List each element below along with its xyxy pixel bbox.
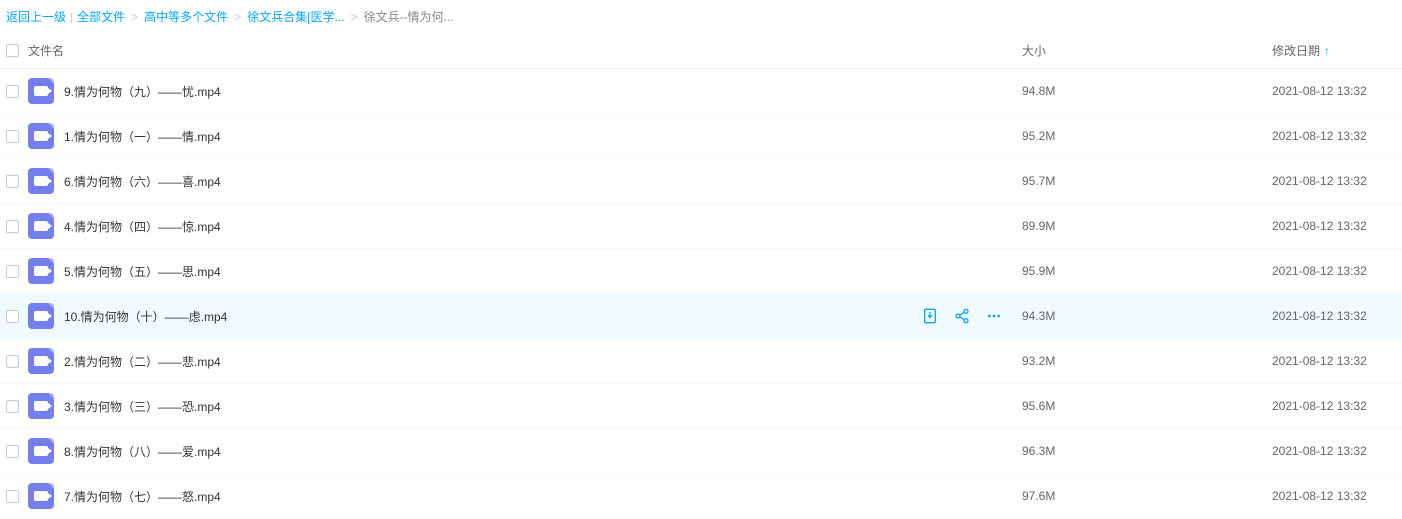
- file-name[interactable]: 2.情为何物（二）——悲.mp4: [64, 353, 221, 370]
- file-date: 2021-08-12 13:32: [1272, 174, 1402, 188]
- file-date: 2021-08-12 13:32: [1272, 309, 1402, 323]
- row-checkbox[interactable]: [6, 400, 19, 413]
- file-name[interactable]: 9.情为何物（九）——忧.mp4: [64, 83, 221, 100]
- file-name[interactable]: 6.情为何物（六）——喜.mp4: [64, 173, 221, 190]
- video-file-icon: [28, 438, 54, 464]
- breadcrumb-chevron-icon: >: [351, 10, 358, 24]
- file-name[interactable]: 8.情为何物（八）——爱.mp4: [64, 443, 221, 460]
- file-date: 2021-08-12 13:32: [1272, 489, 1402, 503]
- select-all-checkbox[interactable]: [6, 44, 19, 57]
- row-checkbox[interactable]: [6, 355, 19, 368]
- file-date: 2021-08-12 13:32: [1272, 84, 1402, 98]
- file-size: 97.6M: [1022, 489, 1272, 503]
- video-file-icon: [28, 258, 54, 284]
- file-size: 95.7M: [1022, 174, 1272, 188]
- column-header-date[interactable]: 修改日期 ↑: [1272, 42, 1402, 59]
- column-header-date-label: 修改日期: [1272, 42, 1320, 59]
- file-name[interactable]: 3.情为何物（三）——恐.mp4: [64, 398, 221, 415]
- breadcrumb-chevron-icon: >: [131, 10, 138, 24]
- file-size: 95.9M: [1022, 264, 1272, 278]
- file-size: 95.2M: [1022, 129, 1272, 143]
- row-checkbox[interactable]: [6, 220, 19, 233]
- file-row[interactable]: 3.情为何物（三）——恐.mp4 95.6M2021-08-12 13:32: [0, 384, 1402, 429]
- row-checkbox[interactable]: [6, 445, 19, 458]
- breadcrumb-sep: |: [70, 10, 73, 24]
- column-header-size[interactable]: 大小: [1022, 42, 1272, 59]
- breadcrumb-link-1[interactable]: 高中等多个文件: [144, 8, 228, 25]
- file-size: 94.8M: [1022, 84, 1272, 98]
- file-list: 9.情为何物（九）——忧.mp494.8M2021-08-12 13:321.情…: [0, 69, 1402, 519]
- video-file-icon: [28, 303, 54, 329]
- file-row[interactable]: 7.情为何物（七）——怒.mp4 97.6M2021-08-12 13:32: [0, 474, 1402, 519]
- file-size: 96.3M: [1022, 444, 1272, 458]
- video-file-icon: [28, 168, 54, 194]
- file-date: 2021-08-12 13:32: [1272, 219, 1402, 233]
- file-date: 2021-08-12 13:32: [1272, 129, 1402, 143]
- video-file-icon: [28, 213, 54, 239]
- row-actions: [922, 308, 1022, 324]
- file-date: 2021-08-12 13:32: [1272, 444, 1402, 458]
- table-header: 文件名 大小 修改日期 ↑: [0, 33, 1402, 69]
- file-size: 94.3M: [1022, 309, 1272, 323]
- file-name[interactable]: 7.情为何物（七）——怒.mp4: [64, 488, 221, 505]
- download-icon[interactable]: [922, 308, 938, 324]
- breadcrumb: 返回上一级 | 全部文件 > 高中等多个文件 > 徐文兵合集[医学... > 徐…: [0, 0, 1402, 33]
- row-checkbox[interactable]: [6, 490, 19, 503]
- file-row[interactable]: 8.情为何物（八）——爱.mp4 96.3M2021-08-12 13:32: [0, 429, 1402, 474]
- file-size: 95.6M: [1022, 399, 1272, 413]
- breadcrumb-link-2[interactable]: 徐文兵合集[医学...: [247, 8, 344, 25]
- file-date: 2021-08-12 13:32: [1272, 264, 1402, 278]
- file-row[interactable]: 10.情为何物（十）——虑.mp4 94.3M2021-08-12 13:32: [0, 294, 1402, 339]
- breadcrumb-chevron-icon: >: [234, 10, 241, 24]
- sort-ascending-icon: ↑: [1324, 44, 1330, 58]
- file-date: 2021-08-12 13:32: [1272, 354, 1402, 368]
- video-file-icon: [28, 348, 54, 374]
- file-row[interactable]: 9.情为何物（九）——忧.mp4 94.8M2021-08-12 13:32: [0, 69, 1402, 114]
- file-date: 2021-08-12 13:32: [1272, 399, 1402, 413]
- breadcrumb-link-0[interactable]: 全部文件: [77, 8, 125, 25]
- file-name[interactable]: 1.情为何物（一）——情.mp4: [64, 128, 221, 145]
- file-row[interactable]: 1.情为何物（一）——情.mp4 95.2M2021-08-12 13:32: [0, 114, 1402, 159]
- row-checkbox[interactable]: [6, 175, 19, 188]
- file-row[interactable]: 6.情为何物（六）——喜.mp4 95.7M2021-08-12 13:32: [0, 159, 1402, 204]
- file-row[interactable]: 4.情为何物（四）——惊.mp4 89.9M2021-08-12 13:32: [0, 204, 1402, 249]
- row-checkbox[interactable]: [6, 265, 19, 278]
- row-checkbox[interactable]: [6, 85, 19, 98]
- more-icon[interactable]: [986, 308, 1002, 324]
- video-file-icon: [28, 78, 54, 104]
- file-row[interactable]: 5.情为何物（五）——思.mp4 95.9M2021-08-12 13:32: [0, 249, 1402, 294]
- row-checkbox[interactable]: [6, 130, 19, 143]
- file-name[interactable]: 10.情为何物（十）——虑.mp4: [64, 308, 227, 325]
- column-header-name[interactable]: 文件名: [28, 42, 1022, 59]
- file-name[interactable]: 4.情为何物（四）——惊.mp4: [64, 218, 221, 235]
- file-row[interactable]: 2.情为何物（二）——悲.mp4 93.2M2021-08-12 13:32: [0, 339, 1402, 384]
- video-file-icon: [28, 483, 54, 509]
- share-icon[interactable]: [954, 308, 970, 324]
- video-file-icon: [28, 393, 54, 419]
- breadcrumb-current: 徐文兵--情为何...: [364, 8, 454, 25]
- file-name[interactable]: 5.情为何物（五）——思.mp4: [64, 263, 221, 280]
- breadcrumb-back[interactable]: 返回上一级: [6, 8, 66, 25]
- file-size: 89.9M: [1022, 219, 1272, 233]
- video-file-icon: [28, 123, 54, 149]
- row-checkbox[interactable]: [6, 310, 19, 323]
- file-size: 93.2M: [1022, 354, 1272, 368]
